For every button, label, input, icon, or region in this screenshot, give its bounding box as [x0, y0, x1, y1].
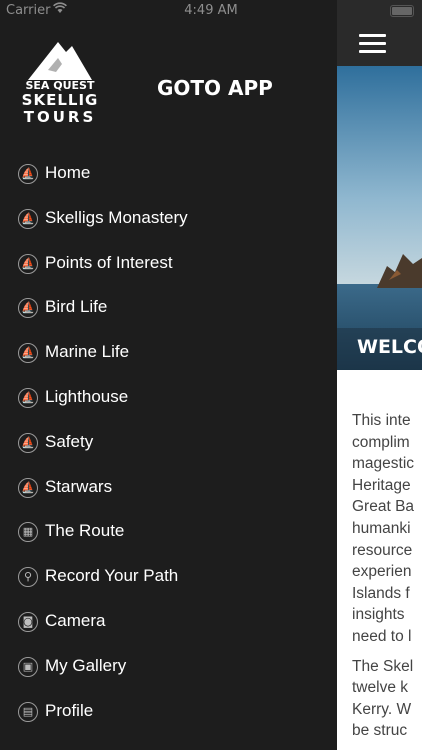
intro-text: This inte complim magestic Heritage Grea… — [352, 410, 422, 750]
hamburger-menu-icon[interactable] — [359, 34, 386, 54]
text-line: resource — [352, 541, 413, 559]
text-line: be struc — [352, 722, 408, 740]
text-line: insights — [352, 606, 405, 624]
menu-item-lighthouse[interactable]: ⛵ Lighthouse — [0, 376, 337, 421]
menu-item-record-your-path[interactable]: ⚲ Record Your Path — [0, 555, 337, 600]
clock: 4:49 AM — [184, 3, 238, 18]
menu-item-label: The Route — [45, 521, 125, 541]
text-line: Heritage — [352, 476, 411, 494]
compass-icon: ⛵ — [18, 387, 38, 408]
menu-item-my-gallery[interactable]: ▣ My Gallery — [0, 645, 337, 690]
menu-item-points-of-interest[interactable]: ⛵ Points of Interest — [0, 242, 337, 287]
battery-icon — [390, 5, 414, 17]
mountain-icon — [28, 42, 92, 80]
status-bar: Carrier 4:49 AM — [0, 0, 422, 22]
menu-item-profile[interactable]: ▤ Profile — [0, 690, 337, 735]
logo-line-1: SEA QUEST — [25, 79, 95, 92]
menu-item-label: Profile — [45, 700, 94, 720]
menu-item-label: Skelligs Monastery — [45, 207, 188, 227]
hero-image: WELCO — [337, 66, 422, 370]
menu-item-safety[interactable]: ⛵ Safety — [0, 421, 337, 466]
menu-item-label: Home — [45, 163, 91, 182]
menu-item-marine-life[interactable]: ⛵ Marine Life — [0, 331, 337, 376]
intro-paragraph-2: The Skel twelve k Kerry. W be struc — [352, 656, 422, 742]
compass-icon: ⛵ — [18, 477, 38, 498]
navigation-drawer: SEA QUEST SKELLIG TOURS GOTO APP ⛵ Home … — [0, 0, 337, 750]
menu-item-label: Starwars — [45, 476, 113, 496]
text-line: complim — [352, 433, 410, 451]
text-line: Kerry. W — [352, 700, 412, 718]
menu-item-the-route[interactable]: ▦ The Route — [0, 510, 337, 555]
text-line: This inte — [352, 412, 411, 429]
menu-item-skelligs-monastery[interactable]: ⛵ Skelligs Monastery — [0, 197, 337, 242]
menu-item-label: Safety — [45, 431, 94, 451]
menu-item-home[interactable]: ⛵ Home — [0, 152, 337, 197]
menu-item-bird-life[interactable]: ⛵ Bird Life — [0, 286, 337, 331]
text-line: need to l — [352, 627, 412, 645]
menu-item-label: Record Your Path — [45, 566, 179, 586]
compass-icon: ⛵ — [18, 432, 38, 453]
menu-item-label: Points of Interest — [45, 252, 173, 272]
menu-item-label: Bird Life — [45, 297, 108, 317]
text-line: twelve k — [352, 679, 408, 697]
map-icon: ▦ — [18, 522, 38, 543]
goto-app-button[interactable]: GOTO APP — [157, 76, 273, 100]
menu-item-label: My Gallery — [45, 655, 127, 675]
compass-icon: ⛵ — [18, 164, 38, 184]
skellig-rock-photo — [337, 66, 422, 370]
compass-icon: ⛵ — [18, 298, 38, 319]
sea-quest-logo: SEA QUEST SKELLIG TOURS — [18, 36, 108, 126]
drawer-menu: ⛵ Home ⛵ Skelligs Monastery ⛵ Points of … — [0, 152, 337, 734]
text-line: magestic — [352, 455, 415, 473]
compass-icon: ⛵ — [18, 208, 38, 229]
menu-item-camera[interactable]: ◙ Camera — [0, 600, 337, 645]
text-line: Great Ba — [352, 498, 415, 516]
text-line: humanki — [352, 519, 411, 537]
camera-icon: ◙ — [18, 611, 38, 632]
gallery-icon: ▣ — [18, 656, 38, 677]
compass-icon: ⛵ — [18, 253, 38, 274]
menu-item-label: Marine Life — [45, 342, 130, 362]
main-content: WELCO This inte complim magestic Heritag… — [337, 0, 422, 750]
text-line: The Skel — [352, 657, 414, 675]
text-line: experien — [352, 563, 412, 581]
logo-line-2: SKELLIG — [21, 91, 99, 109]
menu-item-label: Camera — [45, 610, 106, 630]
intro-paragraph-1: This inte complim magestic Heritage Grea… — [352, 410, 422, 648]
menu-item-starwars[interactable]: ⛵ Starwars — [0, 466, 337, 511]
welcome-heading: WELCO — [357, 336, 422, 358]
menu-item-label: Lighthouse — [45, 386, 129, 406]
id-card-icon: ▤ — [18, 701, 38, 722]
location-pin-icon: ⚲ — [18, 567, 38, 588]
logo-line-3: TOURS — [23, 108, 97, 126]
text-line: Islands f — [352, 584, 410, 602]
compass-icon: ⛵ — [18, 343, 38, 364]
